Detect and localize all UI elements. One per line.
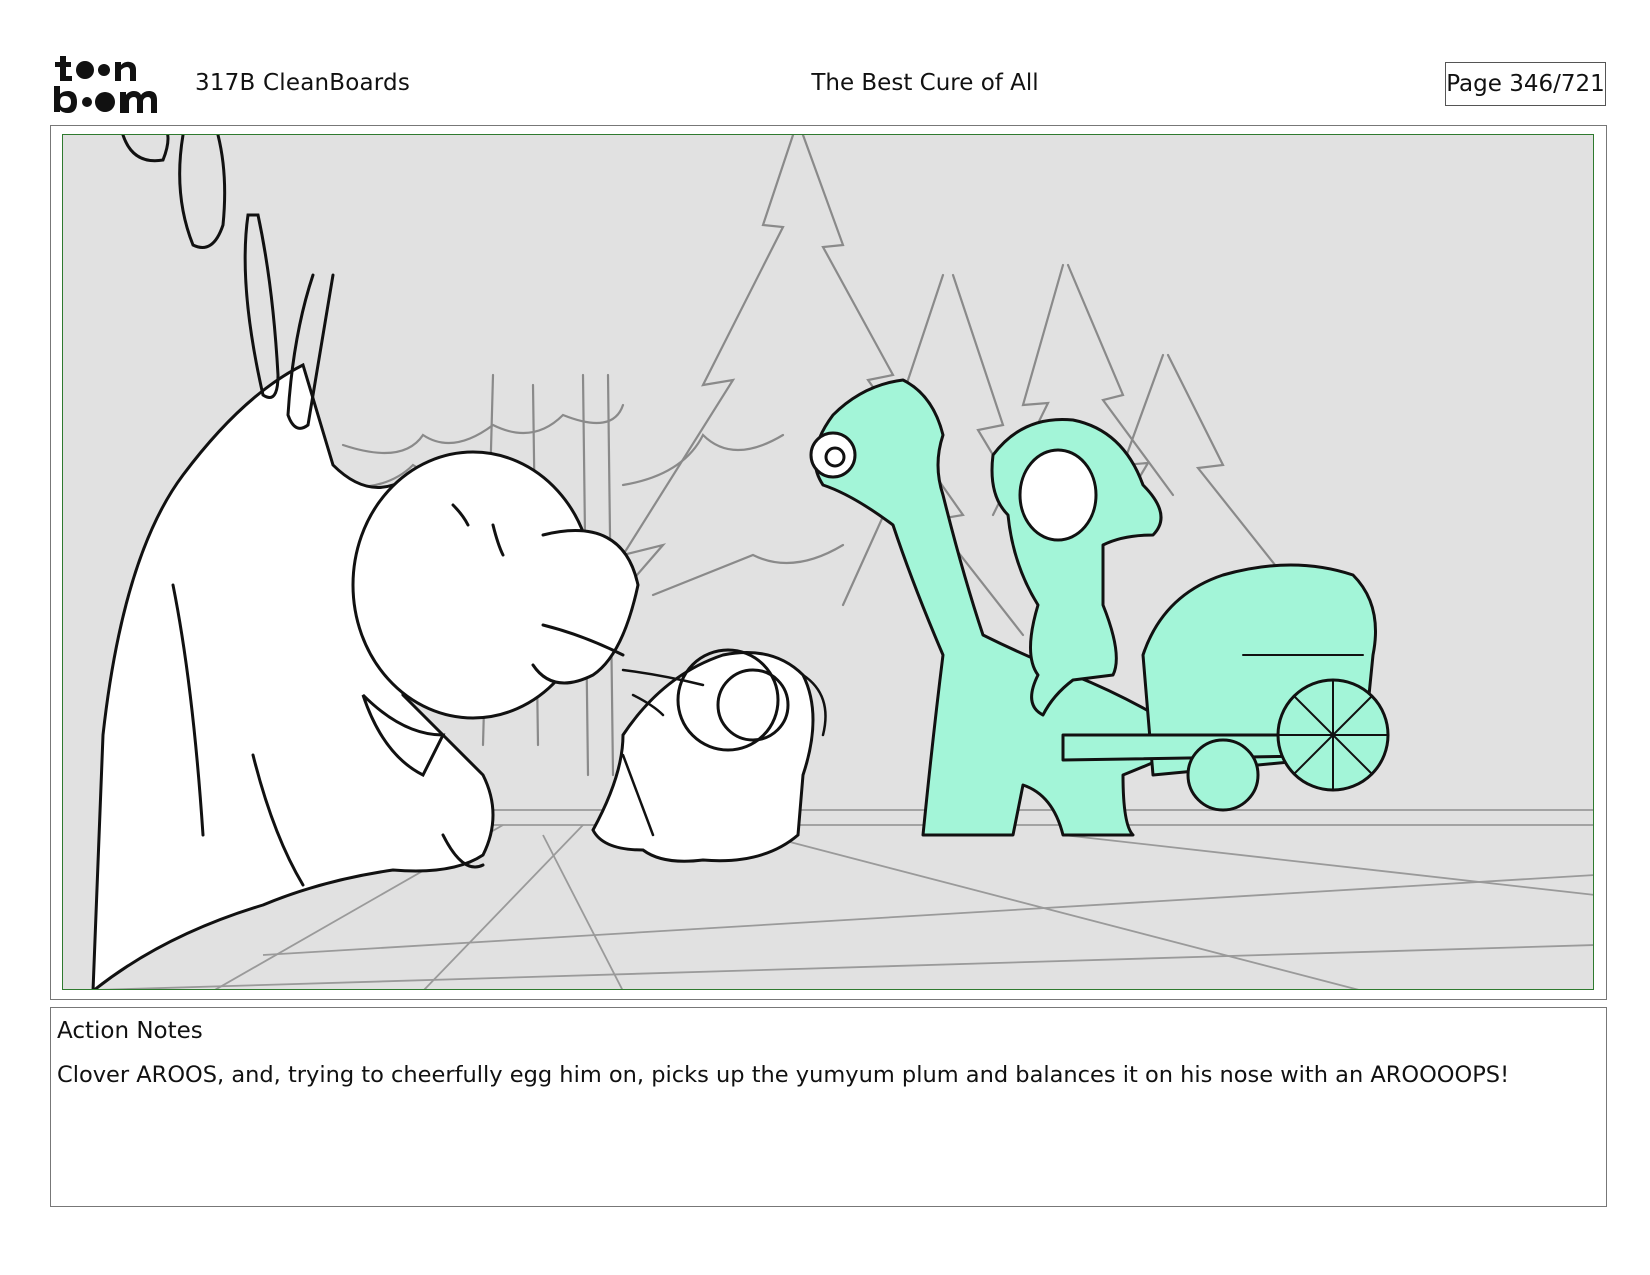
page-counter: Page 346/721: [1445, 62, 1606, 106]
action-notes-label: Action Notes: [57, 1018, 203, 1044]
episode-title: The Best Cure of All: [811, 70, 1039, 96]
storyboard-panel: [50, 125, 1607, 1000]
action-notes-text: Clover AROOS, and, trying to cheerfully …: [57, 1062, 1510, 1088]
safe-frame: [62, 134, 1594, 990]
toon-boom-logo: [54, 56, 157, 113]
action-notes-box: Action Notes Clover AROOS, and, trying t…: [50, 1007, 1607, 1207]
storyboard-sketch: [91, 135, 1593, 989]
page-counter-label: Page 346/721: [1446, 71, 1605, 97]
project-name: 317B CleanBoards: [195, 70, 411, 96]
